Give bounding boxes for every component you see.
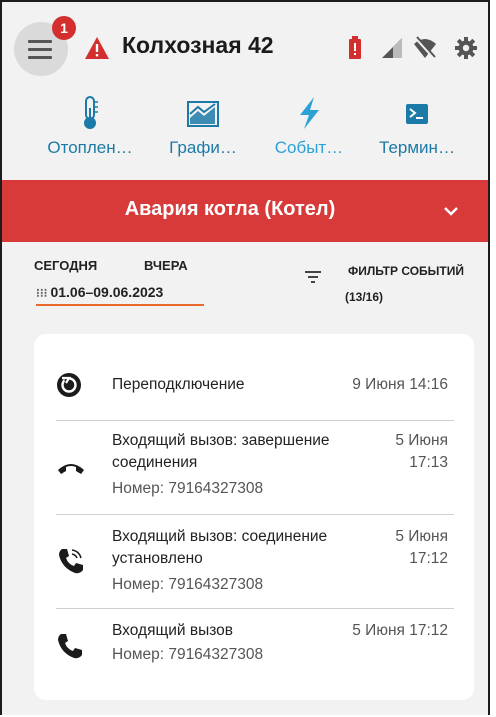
- list-item[interactable]: Переподключение 9 Июня 14:16: [56, 370, 456, 402]
- event-time: 5 Июня 17:13: [395, 432, 448, 471]
- alert-triangle-icon: [85, 37, 109, 59]
- today-button[interactable]: СЕГОДНЯ: [34, 258, 97, 273]
- alarm-banner[interactable]: Авария котла (Котел): [2, 180, 488, 242]
- list-item[interactable]: Входящий вызов Номер: 79164327308 5 Июня…: [56, 620, 456, 670]
- date-range-button[interactable]: ⁝⁝⁝ 01.06–09.06.2023: [36, 284, 163, 300]
- tab-events[interactable]: Событ…: [264, 96, 354, 180]
- notification-badge: 1: [52, 16, 76, 40]
- call-connected-icon: [59, 549, 83, 574]
- alarm-text: Авария котла (Котел): [124, 198, 336, 220]
- event-title: Входящий вызов: [112, 622, 233, 639]
- event-time: 5 Июня 17:12: [352, 622, 448, 639]
- tab-label: Событ…: [274, 138, 344, 157]
- event-subtitle: Номер: 79164327308: [112, 646, 264, 663]
- signal-icon: [382, 38, 402, 58]
- list-item[interactable]: Входящий вызов: завершение соединения Но…: [56, 430, 456, 504]
- event-time: 5 Июня 17:12: [395, 528, 448, 567]
- event-filter-button[interactable]: ФИЛЬТР СОБЫТИЙ: [336, 264, 476, 278]
- gear-icon[interactable]: [454, 36, 478, 60]
- section-tabs: Отоплен… Графи… Событ… Термин…: [2, 96, 488, 180]
- yesterday-button[interactable]: ВЧЕРА: [144, 258, 188, 273]
- event-subtitle: Номер: 79164327308: [112, 576, 264, 593]
- event-title: Входящий вызов: завершение соединения: [112, 432, 330, 471]
- lightning-icon: [300, 97, 319, 129]
- battery-alert-icon: [349, 36, 361, 59]
- hamburger-icon: [28, 40, 52, 64]
- tab-label: Графи…: [169, 138, 237, 157]
- divider: [56, 420, 454, 421]
- active-tab-underline: [36, 304, 204, 306]
- event-time: 9 Июня 14:16: [352, 376, 448, 393]
- chart-icon: [187, 101, 219, 127]
- tab-label: Термин…: [379, 138, 455, 157]
- reconnect-icon: [57, 373, 81, 397]
- phone-icon: [58, 634, 82, 659]
- divider: [56, 514, 454, 515]
- tab-label: Отоплен…: [47, 138, 133, 157]
- filter-icon[interactable]: [305, 270, 321, 284]
- menu-button[interactable]: 1: [14, 16, 76, 76]
- terminal-icon: [406, 104, 428, 124]
- tab-charts[interactable]: Графи…: [158, 96, 248, 180]
- chevron-down-icon[interactable]: [442, 202, 460, 220]
- top-bar: 1 Колхозная 42: [2, 2, 488, 96]
- divider: [56, 608, 454, 609]
- event-subtitle: Номер: 79164327308: [112, 480, 264, 497]
- call-end-icon: [58, 464, 84, 474]
- page-title: Колхозная 42: [122, 32, 274, 58]
- thermometer-icon: [84, 96, 98, 129]
- events-card: Переподключение 9 Июня 14:16 Входящий вы…: [34, 334, 474, 700]
- tab-heating[interactable]: Отоплен…: [38, 96, 142, 180]
- app-frame: 1 Колхозная 42 Отоплен… Графи… Событ… Те…: [0, 0, 490, 715]
- tab-terminal[interactable]: Термин…: [368, 96, 466, 180]
- event-title: Входящий вызов: соединение установлено: [112, 528, 328, 567]
- event-title: Переподключение: [112, 376, 245, 393]
- calendar-icon: ⁝⁝⁝: [36, 286, 48, 300]
- event-filter-count: (13/16): [344, 290, 384, 304]
- date-range-text: 01.06–09.06.2023: [50, 284, 164, 300]
- date-filters: СЕГОДНЯ ВЧЕРА ⁝⁝⁝ 01.06–09.06.2023 ФИЛЬТР…: [2, 242, 488, 332]
- list-item[interactable]: Входящий вызов: соединение установлено Н…: [56, 526, 456, 600]
- wifi-off-icon: [414, 36, 436, 60]
